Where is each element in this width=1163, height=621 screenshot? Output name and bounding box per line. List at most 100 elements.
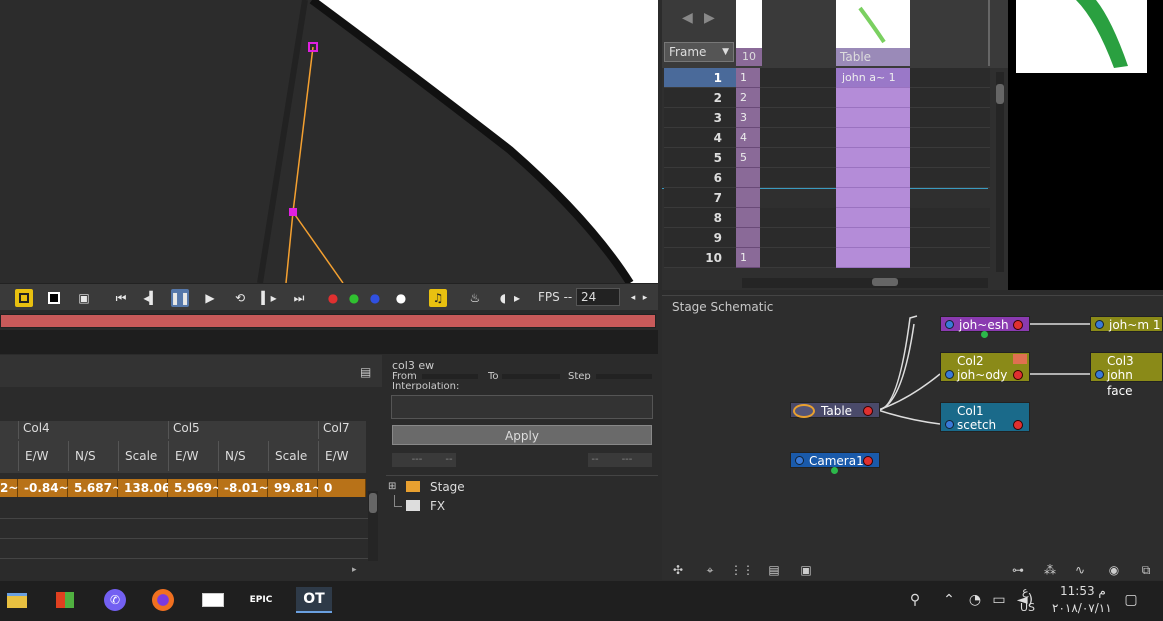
row-number[interactable]: 4 bbox=[664, 128, 736, 148]
row-number[interactable]: 8 bbox=[664, 208, 736, 228]
table-cell[interactable] bbox=[836, 248, 910, 268]
xsheet-cell[interactable] bbox=[736, 188, 760, 208]
chevron-up-icon[interactable]: ⌃ bbox=[936, 587, 962, 613]
xsheet-cell[interactable] bbox=[760, 128, 836, 148]
value-cell[interactable]: 2~ bbox=[0, 479, 18, 497]
first-frame-icon[interactable]: ⏮ bbox=[112, 289, 130, 307]
node-joh-esh[interactable]: joh~esh bbox=[940, 316, 1030, 338]
table-cell[interactable] bbox=[836, 148, 910, 168]
xsheet-cell[interactable] bbox=[910, 208, 990, 228]
table-cell[interactable] bbox=[836, 168, 910, 188]
table-row[interactable] bbox=[0, 499, 370, 519]
xsheet-cell[interactable]: 2 bbox=[736, 88, 760, 108]
row-number[interactable]: 1 bbox=[664, 68, 736, 88]
column-group-header[interactable]: Col7 bbox=[318, 421, 366, 439]
clock-date[interactable]: ٢٠١٨/٠٧/١١ bbox=[1052, 601, 1112, 615]
node-col2[interactable]: Col2 joh~ody bbox=[940, 352, 1030, 382]
loop-icon[interactable]: ⟲ bbox=[231, 289, 249, 307]
xsheet-cell[interactable] bbox=[910, 108, 990, 128]
expression-field[interactable] bbox=[391, 395, 653, 419]
vscroll[interactable] bbox=[368, 491, 378, 561]
red-channel-icon[interactable]: ● bbox=[324, 289, 342, 307]
fit-icon[interactable]: ✣ bbox=[670, 562, 686, 578]
people-icon[interactable]: ⚲ bbox=[902, 587, 928, 613]
row-number[interactable]: 10 bbox=[664, 248, 736, 268]
xsheet-cell[interactable] bbox=[760, 248, 836, 268]
stage-schematic-panel[interactable]: Stage Schematic joh~esh joh~m 1 Col2 joh~… bbox=[662, 295, 1163, 580]
column-group-header[interactable]: Col5 bbox=[168, 421, 316, 439]
xsheet-cell[interactable]: 1 bbox=[736, 68, 760, 88]
histogram-icon[interactable]: ♨ bbox=[466, 289, 484, 307]
output-icon[interactable]: ⊶ bbox=[1010, 562, 1026, 578]
node-joh-m1[interactable]: joh~m 1 bbox=[1090, 316, 1163, 332]
xsheet-cell[interactable] bbox=[760, 228, 836, 248]
from-field[interactable] bbox=[422, 374, 478, 379]
channel-header[interactable]: N/S bbox=[68, 441, 116, 471]
table-cell[interactable] bbox=[836, 208, 910, 228]
focus-icon[interactable]: ⌖ bbox=[702, 562, 718, 578]
xsheet-cell[interactable]: 4 bbox=[736, 128, 760, 148]
port-icon[interactable] bbox=[945, 320, 954, 329]
firefox-icon[interactable] bbox=[150, 587, 176, 613]
value-cell[interactable]: 99.81~ bbox=[268, 479, 322, 497]
table-row[interactable] bbox=[0, 539, 370, 559]
toggle-view-icon[interactable]: ▤ bbox=[360, 365, 371, 379]
step-field[interactable] bbox=[596, 374, 652, 379]
channel-header[interactable]: E/W bbox=[18, 441, 66, 471]
scroll-right-icon[interactable]: ▸ bbox=[508, 289, 526, 307]
clock-time[interactable]: 11:53 م bbox=[1060, 584, 1106, 598]
node-col3[interactable]: Col3 john face bbox=[1090, 352, 1163, 398]
value-cell[interactable]: 5.687~ bbox=[68, 479, 122, 497]
xsheet-cell[interactable] bbox=[910, 168, 990, 188]
port-icon[interactable] bbox=[945, 370, 954, 379]
last-frame-icon[interactable]: ⏭ bbox=[290, 289, 308, 307]
xsheet-hscroll[interactable] bbox=[742, 278, 988, 288]
xsheet-cell[interactable] bbox=[760, 88, 836, 108]
green-channel-icon[interactable]: ● bbox=[345, 289, 363, 307]
xsheet-cell[interactable] bbox=[910, 248, 990, 268]
port-icon[interactable] bbox=[945, 420, 954, 429]
store-icon[interactable] bbox=[52, 587, 78, 613]
curve-icon[interactable]: ∿ bbox=[1072, 562, 1088, 578]
frame-dropdown[interactable]: Frame ▼ bbox=[664, 42, 734, 62]
row-number[interactable]: 7 bbox=[664, 188, 736, 208]
viewer-canvas[interactable] bbox=[0, 0, 658, 283]
notification-icon[interactable]: ▢ bbox=[1118, 587, 1144, 613]
tree-item-stage[interactable]: Stage bbox=[430, 480, 465, 494]
render-toggle-icon[interactable] bbox=[1013, 354, 1027, 364]
epic-games-icon[interactable]: EPIC bbox=[248, 587, 274, 613]
port-icon[interactable] bbox=[831, 467, 838, 474]
node-col1[interactable]: Col1 scetch bbox=[940, 402, 1030, 432]
white-bg-icon[interactable] bbox=[15, 289, 33, 307]
xsheet-cell[interactable]: 1 bbox=[736, 248, 760, 268]
fps-field[interactable]: 24 bbox=[576, 288, 620, 306]
keyframe-field[interactable]: -- bbox=[442, 453, 456, 467]
xsheet-cell[interactable] bbox=[736, 208, 760, 228]
value-cell[interactable]: 5.969~ bbox=[168, 479, 222, 497]
xsheet-cell[interactable] bbox=[736, 168, 760, 188]
port-icon[interactable] bbox=[795, 456, 804, 465]
row-number[interactable]: 9 bbox=[664, 228, 736, 248]
value-cell[interactable]: 138.06 bbox=[118, 479, 170, 497]
xsheet-vscroll[interactable] bbox=[996, 72, 1004, 272]
scroll-right-icon[interactable]: ▸ bbox=[352, 565, 357, 575]
keyframe-field[interactable]: --- bbox=[602, 453, 652, 467]
port-icon[interactable] bbox=[1013, 320, 1023, 330]
port-icon[interactable] bbox=[1095, 320, 1104, 329]
table-cell[interactable] bbox=[836, 228, 910, 248]
xsheet-cell[interactable] bbox=[910, 68, 990, 88]
port-icon[interactable] bbox=[863, 456, 873, 466]
row-number[interactable]: 3 bbox=[664, 108, 736, 128]
file-explorer-icon[interactable] bbox=[4, 587, 30, 613]
xsheet-cell[interactable] bbox=[760, 148, 836, 168]
table-cell[interactable] bbox=[836, 128, 910, 148]
row-number[interactable]: 6 bbox=[664, 168, 736, 188]
channel-header[interactable]: Scale bbox=[118, 441, 166, 471]
xsheet-cell[interactable] bbox=[910, 148, 990, 168]
next-arrow-icon[interactable]: ▶ bbox=[704, 10, 715, 26]
reorder-icon[interactable]: ⋮⋮ bbox=[730, 562, 754, 578]
xsheet-cell[interactable] bbox=[910, 228, 990, 248]
sound-icon[interactable]: ♫ bbox=[429, 289, 447, 307]
expand-icon[interactable]: ⊞ bbox=[388, 481, 396, 492]
preview-toggle-icon[interactable]: ◉ bbox=[1106, 562, 1122, 578]
